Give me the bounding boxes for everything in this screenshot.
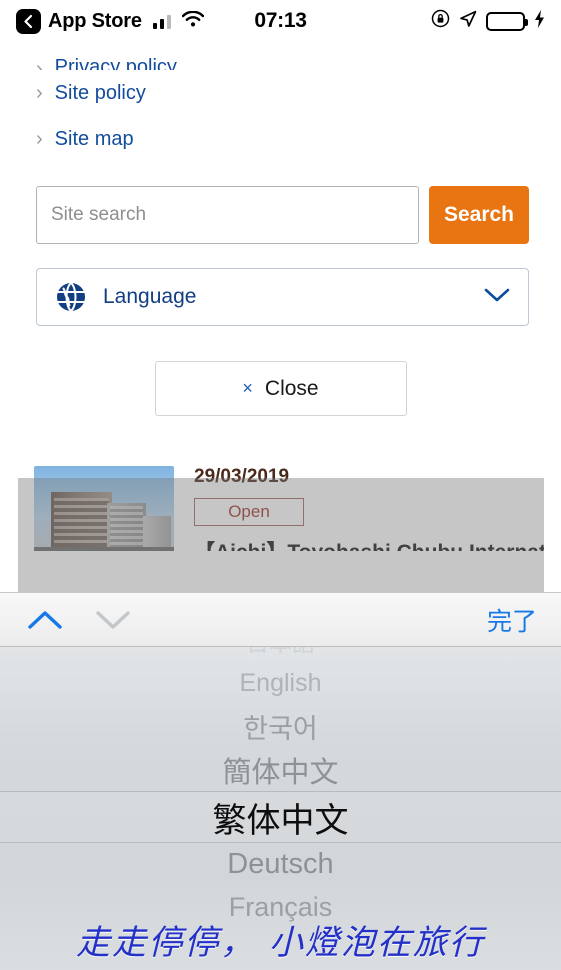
cellular-signal-icon — [152, 14, 172, 29]
picker-option[interactable]: English — [0, 662, 561, 705]
footer-links-list: › Privacy policy › Site policy › Site ma… — [0, 42, 561, 162]
picker-next-button[interactable] — [92, 603, 134, 637]
globe-icon — [55, 281, 87, 313]
link-privacy-policy[interactable]: › Privacy policy — [36, 42, 525, 70]
language-picker: 完了 日本語 English 한국어 簡体中文 繁体中文 Deutsch Fra… — [0, 592, 561, 970]
close-button[interactable]: × Close — [154, 361, 407, 416]
chevron-right-icon: › — [36, 128, 43, 150]
site-search-row: Site search Search — [36, 186, 529, 244]
location-arrow-icon — [459, 10, 477, 33]
picker-previous-button[interactable] — [24, 603, 66, 637]
status-bar: 07:13 App Store — [0, 0, 561, 42]
battery-icon — [486, 11, 528, 31]
phone-screen: 07:13 App Store › Privacy policy › Site … — [0, 0, 561, 970]
chevron-down-icon — [484, 287, 510, 308]
status-bar-left[interactable]: App Store — [16, 8, 205, 34]
language-select[interactable]: Language — [36, 268, 529, 326]
status-bar-right — [431, 9, 545, 33]
link-label: Site policy — [54, 81, 146, 104]
back-chevron-icon[interactable] — [16, 8, 41, 34]
language-select-label: Language — [103, 285, 197, 308]
wifi-icon — [182, 10, 205, 32]
lightning-bolt-icon — [534, 9, 545, 33]
picker-wheel[interactable]: 日本語 English 한국어 簡体中文 繁体中文 Deutsch França… — [0, 647, 561, 970]
picker-done-button[interactable]: 完了 — [487, 602, 537, 638]
search-button[interactable]: Search — [429, 186, 529, 244]
chevron-right-icon: › — [36, 82, 43, 104]
picker-option[interactable]: Deutsch — [0, 843, 561, 886]
link-label: Privacy policy — [54, 56, 177, 70]
link-site-map[interactable]: › Site map — [36, 116, 525, 162]
search-input[interactable]: Site search — [36, 186, 419, 244]
rotation-lock-icon — [431, 9, 450, 33]
picker-toolbar: 完了 — [0, 592, 561, 647]
picker-option[interactable]: Français — [0, 886, 561, 929]
picker-option-selected[interactable]: 繁体中文 — [0, 791, 561, 843]
link-label: Site map — [54, 127, 134, 150]
picker-option[interactable]: 日本語 — [0, 647, 561, 662]
close-icon: × — [242, 378, 253, 398]
chevron-right-icon: › — [36, 58, 43, 70]
back-app-label[interactable]: App Store — [48, 10, 142, 33]
card-dim-overlay — [18, 478, 544, 593]
close-button-label: Close — [264, 376, 319, 400]
picker-option[interactable]: 한국어 — [0, 705, 561, 748]
picker-option[interactable]: 簡体中文 — [0, 748, 561, 791]
link-site-policy[interactable]: › Site policy — [36, 70, 525, 116]
